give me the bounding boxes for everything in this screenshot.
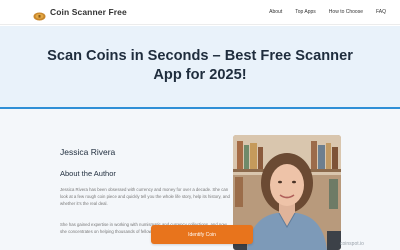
coin-logo-icon bbox=[33, 8, 46, 20]
nav-link-about[interactable]: About bbox=[269, 9, 282, 15]
identify-coin-button[interactable]: Identify Coin bbox=[151, 225, 253, 244]
brand-name: Coin Scanner Free bbox=[50, 7, 127, 17]
brand[interactable]: Coin Scanner Free bbox=[33, 7, 127, 20]
nav-link-how-to-choose[interactable]: How to Choose bbox=[329, 9, 363, 15]
author-bio-paragraph-1: Jessica Rivera has been obsessed with cu… bbox=[60, 187, 230, 206]
about-heading: About the Author bbox=[60, 169, 116, 178]
nav-link-faq[interactable]: FAQ bbox=[376, 9, 386, 15]
site-header: Coin Scanner Free About Top Apps How to … bbox=[0, 0, 400, 25]
main-nav: About Top Apps How to Choose FAQ bbox=[269, 9, 386, 15]
author-name: Jessica Rivera bbox=[60, 147, 116, 157]
nav-link-top-apps[interactable]: Top Apps bbox=[295, 9, 316, 15]
page-title: Scan Coins in Seconds – Best Free Scanne… bbox=[47, 48, 353, 83]
watermark: coinspot.io bbox=[340, 241, 364, 247]
